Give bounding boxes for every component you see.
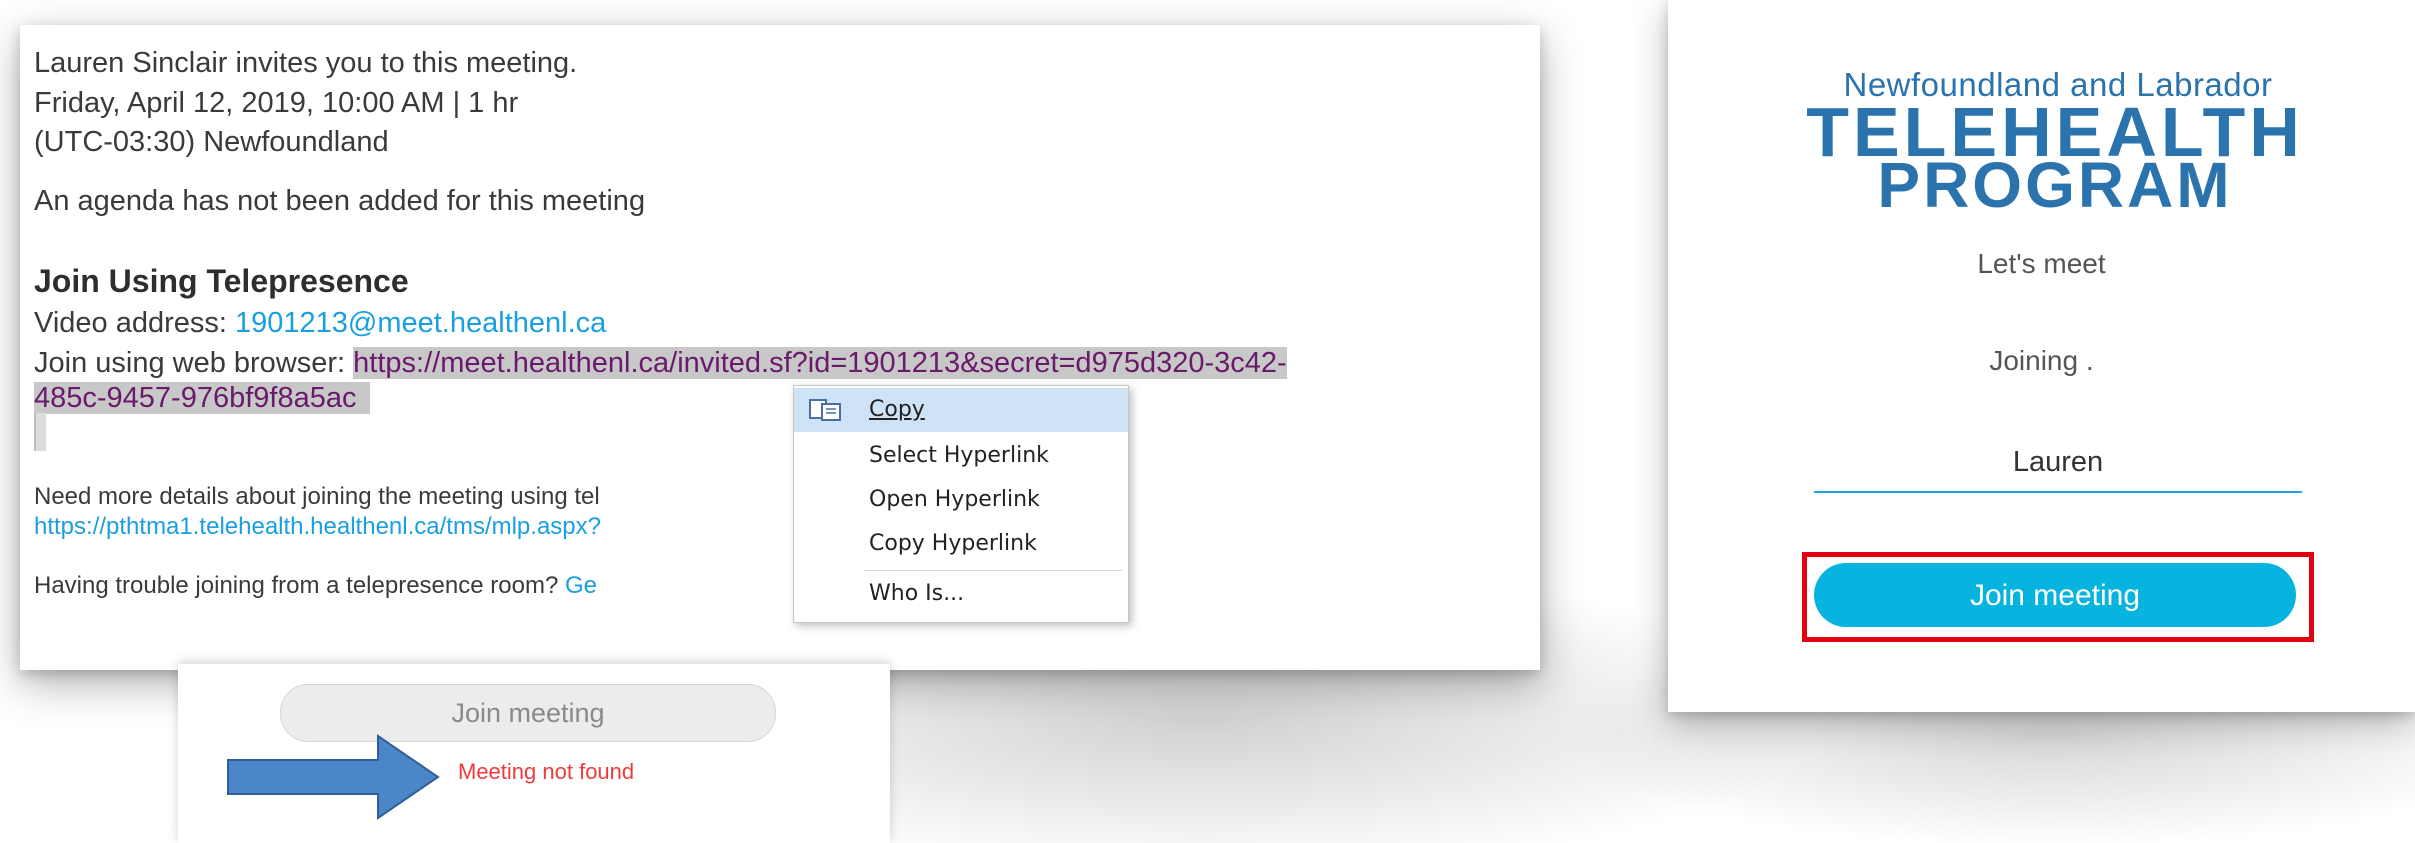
details-text: Need more details about joining the meet… (34, 483, 600, 510)
menu-separator (864, 570, 1122, 571)
date-line: Friday, April 12, 2019, 10:00 AM | 1 hr (34, 87, 519, 119)
menu-item-label: Copy Hyperlink (869, 531, 1037, 556)
menu-item-open-hyperlink[interactable]: Open Hyperlink (794, 478, 1128, 522)
web-url-line2[interactable]: 485c-9457-976bf9f8a5ac (34, 382, 371, 414)
menu-item-label: Copy (869, 397, 925, 422)
menu-item-copy-hyperlink[interactable]: Copy Hyperlink (794, 522, 1128, 566)
web-browser-link[interactable]: https://meet.healthenl.ca/invited.sf?id=… (353, 347, 1287, 379)
menu-item-copy[interactable]: Copy (794, 388, 1128, 432)
web-browser-label: Join using web browser: (34, 347, 354, 379)
video-address-row: Video address: 1901213@meet.healthenl.ca (34, 307, 606, 340)
text-cursor (34, 413, 46, 451)
web-url-line2-row: 485c-9457-976bf9f8a5ac (34, 382, 371, 415)
menu-item-label: Select Hyperlink (869, 443, 1049, 468)
menu-item-label: Who Is... (869, 581, 965, 606)
trouble-row: Having trouble joining from a telepresen… (34, 572, 597, 600)
invite-line: Lauren Sinclair invites you to this meet… (34, 47, 578, 79)
lets-meet-text: Let's meet (1977, 248, 2106, 279)
web-url-part2: &secret=d975d320-3c42- (960, 347, 1287, 379)
web-url-part1: https://meet.healthenl.ca (353, 347, 670, 379)
menu-item-label: Open Hyperlink (869, 487, 1040, 512)
logo-program: PROGRAM (1877, 149, 2233, 221)
web-url-hidden: /invited.sf?id=1901213 (669, 347, 961, 379)
web-browser-row: Join using web browser: https://meet.hea… (34, 347, 1287, 380)
join-heading: Join Using Telepresence (34, 263, 409, 299)
joining-status: Joining . (1989, 345, 2094, 376)
meeting-not-found-message: Meeting not found (458, 759, 635, 784)
telehealth-join-panel: Newfoundland and Labrador TELEHEALTH PRO… (1668, 0, 2415, 712)
copy-icon (809, 399, 841, 421)
menu-item-select-hyperlink[interactable]: Select Hyperlink (794, 434, 1128, 478)
details-link[interactable]: https://pthtma1.telehealth.healthenl.ca/… (34, 513, 601, 541)
menu-item-who-is[interactable]: Who Is... (794, 572, 1128, 616)
video-address-link[interactable]: 1901213@meet.healthenl.ca (235, 307, 606, 339)
timezone-line: (UTC-03:30) Newfoundland (34, 126, 389, 158)
right-arrow-icon (227, 734, 440, 820)
context-menu: Copy Select Hyperlink Open Hyperlink Cop… (793, 385, 1129, 623)
trouble-text: Having trouble joining from a telepresen… (34, 572, 565, 599)
name-input[interactable] (1814, 433, 2302, 493)
email-invitation-panel: Lauren Sinclair invites you to this meet… (20, 25, 1540, 670)
meeting-error-panel: Join meeting Meeting not found (178, 664, 890, 843)
agenda-line: An agenda has not been added for this me… (34, 185, 646, 217)
trouble-link[interactable]: Ge (565, 572, 597, 599)
video-address-label: Video address: (34, 307, 235, 339)
join-meeting-button[interactable]: Join meeting (1814, 563, 2296, 627)
